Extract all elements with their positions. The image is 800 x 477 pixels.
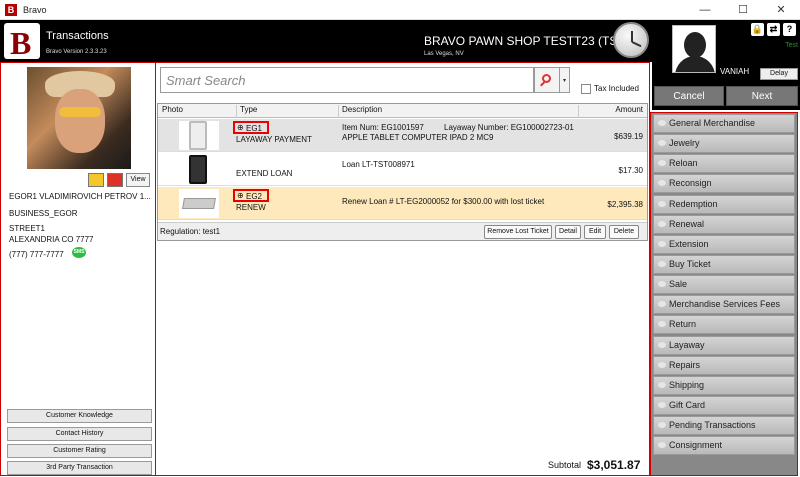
user-panel: 🔒 ⇄ ? Test VANIAH Delay Cancel Next: [652, 20, 800, 110]
customer-knowledge-button[interactable]: Customer Knowledge: [7, 409, 152, 423]
detail-button[interactable]: Detail: [555, 225, 581, 239]
type-reloan[interactable]: Reloan: [653, 154, 795, 174]
window-title: Bravo: [23, 4, 47, 15]
row-amount: $639.19: [614, 132, 643, 141]
search-dropdown[interactable]: ▾: [560, 67, 570, 93]
col-amount[interactable]: Amount: [615, 105, 643, 114]
row-description: Renew Loan # LT-EG2000052 for $300.00 wi…: [342, 197, 545, 206]
version-label: Bravo Version 2.3.3.23: [46, 49, 107, 55]
page-title: Transactions: [46, 30, 109, 42]
subtotal-label: Subtotal: [548, 460, 582, 470]
edit-button[interactable]: Edit: [584, 225, 606, 239]
row-description-detail: APPLE TABLET COMPUTER IPAD 2 MC9: [342, 133, 494, 142]
type-general-merchandise[interactable]: General Merchandise: [653, 114, 795, 133]
red-flag-icon[interactable]: [107, 173, 123, 187]
delete-button[interactable]: Delete: [609, 225, 639, 239]
table-row[interactable]: ⊕ EG2 RENEW Renew Loan # LT-EG2000052 fo…: [158, 187, 647, 220]
maximize-button[interactable]: ☐: [724, 0, 762, 20]
type-merchandise-services-fees[interactable]: Merchandise Services Fees: [653, 295, 795, 315]
type-repairs[interactable]: Repairs: [653, 355, 795, 375]
regulation-label: Regulation: test1: [160, 227, 221, 236]
remove-lost-ticket-button[interactable]: Remove Lost Ticket: [484, 225, 552, 239]
item-tag: EG2: [246, 192, 263, 201]
customer-name: EGOR1 VLADIMIROVICH PETROV 1...: [9, 192, 151, 201]
app-header: B Transactions Bravo Version 2.3.3.23 BR…: [0, 20, 652, 62]
window-titlebar: B Bravo — ☐ ✕: [0, 0, 800, 20]
minimize-button[interactable]: —: [686, 0, 724, 20]
type-layaway[interactable]: Layaway: [653, 335, 795, 355]
row-amount: $17.30: [618, 166, 643, 175]
type-buy-ticket[interactable]: Buy Ticket: [653, 254, 795, 274]
row-type: LAYAWAY PAYMENT: [236, 135, 312, 144]
third-party-transaction-button[interactable]: 3rd Party Transaction: [7, 461, 152, 475]
yellow-flag-icon[interactable]: [88, 173, 104, 187]
table-row[interactable]: EXTEND LOAN Loan LT-TST008971 $17.30: [158, 153, 647, 186]
cancel-button[interactable]: Cancel: [654, 86, 724, 106]
clock-icon: [613, 22, 649, 58]
item-photo: [179, 121, 219, 150]
user-name: VANIAH: [720, 67, 750, 76]
customer-street: STREET1: [9, 224, 46, 233]
search-placeholder: Smart Search: [166, 73, 246, 88]
item-tag: EG1: [246, 124, 263, 133]
row-layaway-number: Layaway Number: EG100002723-01: [444, 123, 574, 132]
type-jewelry[interactable]: Jewelry: [653, 134, 795, 154]
app-icon: B: [5, 3, 17, 16]
col-type[interactable]: Type: [240, 105, 257, 114]
item-photo: [179, 155, 219, 184]
view-customer-button[interactable]: View: [126, 173, 150, 187]
environment-label: Test: [785, 42, 798, 49]
table-row[interactable]: ⊕ EG1 LAYAWAY PAYMENT Item Num: EG100159…: [158, 119, 647, 152]
row-description: Item Num: EG1001597: [342, 123, 424, 132]
item-photo: [179, 189, 219, 218]
col-description[interactable]: Description: [342, 105, 382, 114]
subtotal-value: $3,051.87: [587, 458, 641, 472]
tag-icon: ⊕: [237, 191, 244, 200]
bravo-logo: B: [4, 23, 40, 61]
smart-search-input[interactable]: Smart Search: [160, 67, 534, 93]
sms-icon[interactable]: SMS: [72, 247, 86, 258]
tax-included-checkbox[interactable]: [581, 84, 591, 94]
customer-city: ALEXANDRIA CO 7777: [9, 235, 94, 244]
type-shipping[interactable]: Shipping: [653, 375, 795, 395]
row-type: RENEW: [236, 203, 266, 212]
type-reconsign[interactable]: Reconsign: [653, 174, 795, 194]
type-redemption[interactable]: Redemption: [653, 194, 795, 214]
close-button[interactable]: ✕: [762, 0, 800, 20]
user-avatar: [672, 25, 716, 73]
type-extension[interactable]: Extension: [653, 234, 795, 254]
customer-photo: [27, 67, 131, 169]
transactions-grid: Photo Type Description Amount ⊕ EG1 LAYA…: [157, 103, 648, 241]
next-button[interactable]: Next: [726, 86, 798, 106]
customer-phone: (777) 777-7777: [9, 250, 64, 259]
customer-panel: View EGOR1 VLADIMIROVICH PETROV 1... BUS…: [0, 62, 155, 476]
shop-name: BRAVO PAWN SHOP TESTT23 (TST): [424, 34, 629, 48]
type-sale[interactable]: Sale: [653, 275, 795, 295]
type-consignment[interactable]: Consignment: [653, 436, 795, 456]
transactions-panel: Smart Search ▾ Tax Included Photo Type D…: [155, 62, 650, 476]
shop-city: Las Vegas, NV: [424, 51, 464, 57]
type-pending-transactions[interactable]: Pending Transactions: [653, 416, 795, 436]
type-gift-card[interactable]: Gift Card: [653, 395, 795, 415]
type-renewal[interactable]: Renewal: [653, 214, 795, 234]
col-photo[interactable]: Photo: [162, 105, 183, 114]
transaction-type-list: General Merchandise Jewelry Reloan Recon…: [650, 112, 798, 476]
row-description: Loan LT-TST008971: [342, 160, 415, 169]
grid-footer: Regulation: test1 Remove Lost Ticket Det…: [158, 222, 647, 240]
tag-icon: ⊕: [237, 123, 244, 132]
lock-icon[interactable]: 🔒: [751, 23, 764, 36]
customer-rating-button[interactable]: Customer Rating: [7, 444, 152, 458]
delay-button[interactable]: Delay: [760, 68, 798, 80]
grid-header: Photo Type Description Amount: [158, 104, 647, 118]
help-icon[interactable]: ?: [783, 23, 796, 36]
type-return[interactable]: Return: [653, 315, 795, 335]
row-amount: $2,395.38: [607, 200, 643, 209]
switch-user-icon[interactable]: ⇄: [767, 23, 780, 36]
row-type: EXTEND LOAN: [236, 169, 293, 178]
customer-business: BUSINESS_EGOR: [9, 209, 78, 218]
contact-history-button[interactable]: Contact History: [7, 427, 152, 441]
search-button[interactable]: [534, 67, 560, 93]
tax-included-label: Tax Included: [594, 84, 639, 93]
